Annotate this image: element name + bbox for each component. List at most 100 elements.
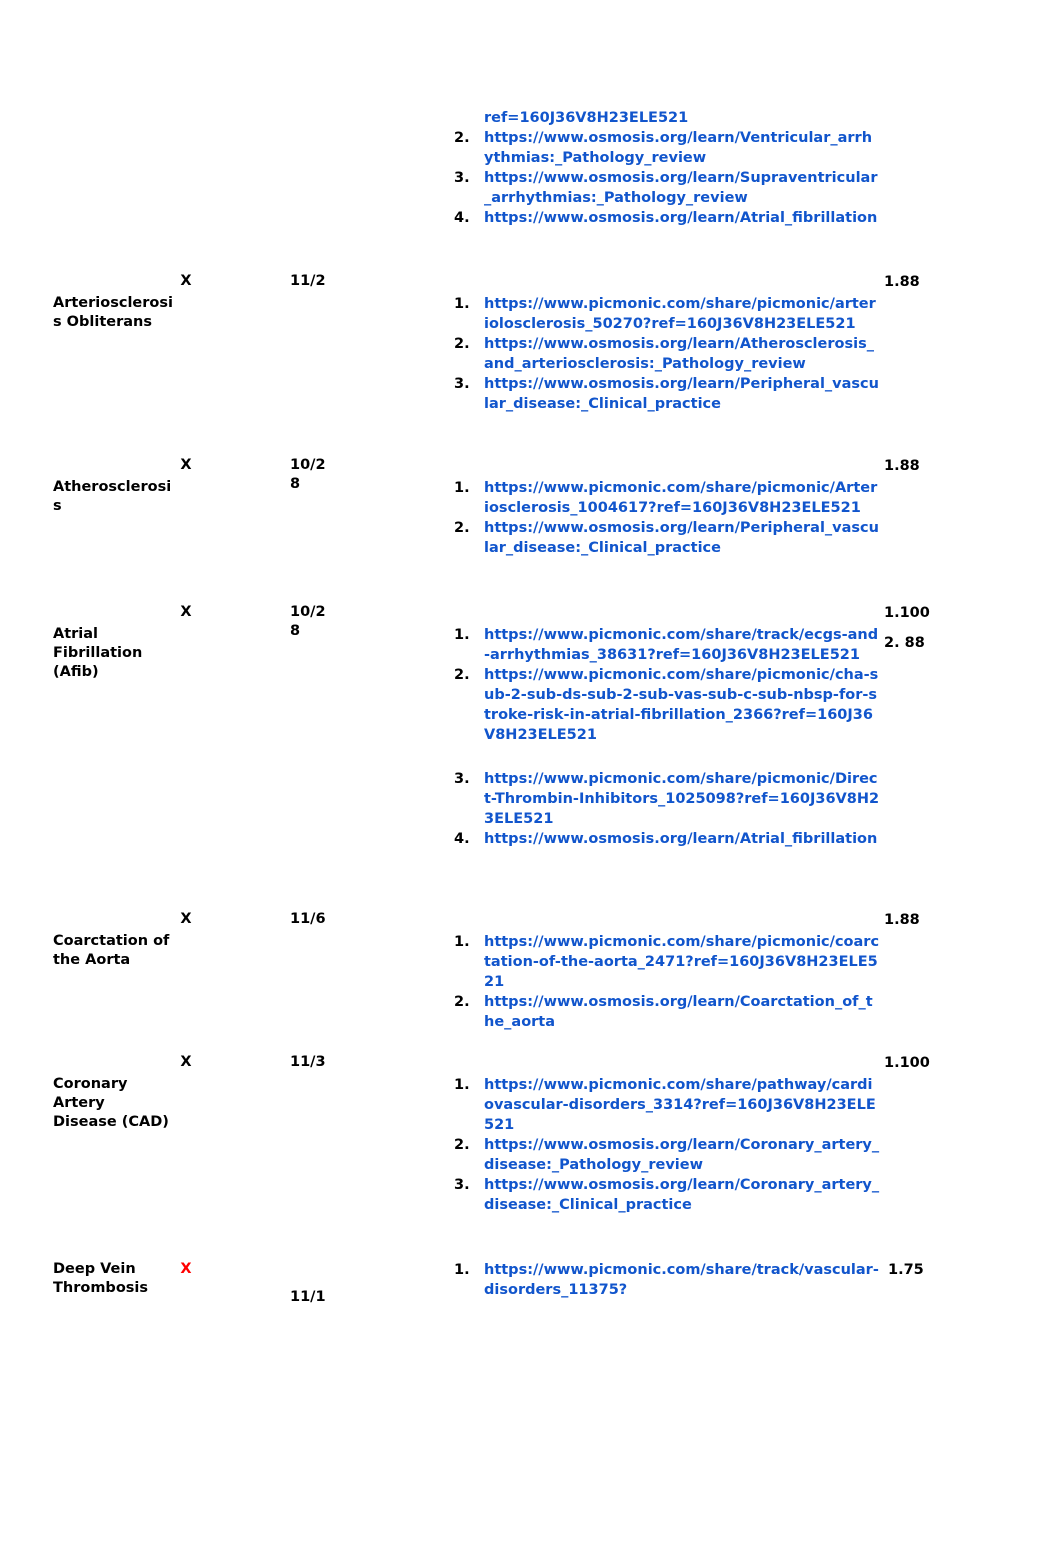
resource-link[interactable]: https://www.osmosis.org/learn/Coarctatio… (484, 992, 880, 1032)
resource-link[interactable]: https://www.osmosis.org/learn/Atrial_fib… (484, 829, 880, 849)
resource-links-cell: 1. https://www.picmonic.com/share/track/e… (448, 625, 880, 849)
topic-name: Atherosclerosis (53, 479, 172, 514)
resource-link-list: 1. https://www.picmonic.com/share/picmoni… (448, 932, 880, 1032)
list-item: 3. https://www.osmosis.org/learn/Peripher… (448, 374, 880, 414)
date-cell: 10/28 (290, 604, 326, 639)
list-marker: 2. (454, 994, 470, 1010)
resource-link-list: 1. https://www.picmonic.com/share/track/v… (448, 1260, 880, 1300)
resource-link[interactable]: https://www.picmonic.com/share/track/ecg… (484, 625, 880, 665)
score-cell: 1.88 (884, 272, 1004, 293)
list-marker: 2. (454, 520, 470, 536)
score-cell: 1.100 (884, 1053, 1004, 1074)
list-marker: 1. (454, 480, 470, 496)
resource-link[interactable]: https://www.picmonic.com/share/picmonic/… (484, 665, 880, 745)
list-item: 1. https://www.picmonic.com/share/picmoni… (448, 932, 880, 992)
resource-link[interactable]: https://www.picmonic.com/share/track/vas… (484, 1260, 880, 1300)
score-value: 1.88 (884, 912, 920, 928)
list-item: 2. https://www.osmosis.org/learn/Coarctat… (448, 992, 880, 1032)
list-item: 1. https://www.picmonic.com/share/track/v… (448, 1260, 880, 1300)
list-marker: 2. (454, 336, 470, 352)
list-marker: 3. (454, 170, 470, 186)
topic-name: Atrial Fibrillation (Afib) (53, 626, 143, 680)
list-marker: 1. (454, 1077, 470, 1093)
resource-link[interactable]: https://www.osmosis.org/learn/Coronary_a… (484, 1135, 880, 1175)
list-marker: 3. (454, 376, 470, 392)
resource-links-cell: 1. https://www.picmonic.com/share/picmoni… (448, 478, 880, 558)
list-marker: 4. (454, 210, 470, 226)
date-cell: 11/6 (290, 911, 326, 927)
list-marker: 1. (454, 1262, 470, 1278)
list-item: 1. https://www.picmonic.com/share/picmoni… (448, 478, 880, 518)
completed-mark[interactable]: X (166, 456, 206, 475)
resource-link[interactable]: https://www.picmonic.com/share/picmonic/… (484, 478, 880, 518)
resource-link[interactable]: https://www.picmonic.com/share/pathway/c… (484, 1075, 880, 1135)
score-cell: 1.100 2. 88 (884, 603, 1004, 654)
resource-links-cell: 1. https://www.picmonic.com/share/picmoni… (448, 932, 880, 1032)
resource-link[interactable]: https://www.osmosis.org/learn/Supraventr… (484, 168, 880, 208)
topic-name: Deep Vein Thrombosis (53, 1261, 149, 1296)
list-marker: 1. (454, 296, 470, 312)
completed-mark[interactable]: X (166, 603, 206, 622)
resource-links-cell: 1. https://www.picmonic.com/share/track/v… (448, 1260, 880, 1300)
score-value: 1.88 (884, 274, 920, 290)
list-item: 4. https://www.osmosis.org/learn/Atrial_f… (448, 829, 880, 849)
date-cell: 11/1 (290, 1289, 326, 1305)
resource-link[interactable]: https://www.osmosis.org/learn/Atrial_fib… (484, 208, 880, 228)
list-item: 2. https://www.osmosis.org/learn/Ventricu… (448, 128, 880, 168)
list-marker: 2. (454, 1137, 470, 1153)
list-marker: 1. (454, 934, 470, 950)
resource-links-cell: 1. https://www.picmonic.com/share/pathway… (448, 1075, 880, 1215)
resource-link-list: 1. https://www.picmonic.com/share/picmoni… (448, 478, 880, 558)
list-marker: 2. (454, 667, 470, 683)
score-value: 1.75 (888, 1262, 924, 1278)
resource-link[interactable]: https://www.osmosis.org/learn/Peripheral… (484, 518, 880, 558)
resource-link[interactable]: https://www.picmonic.com/share/picmonic/… (484, 294, 880, 334)
list-item: 2. https://www.osmosis.org/learn/Atherosc… (448, 334, 880, 374)
resource-link[interactable]: https://www.picmonic.com/share/picmonic/… (484, 932, 880, 992)
resource-link-list: ref=160J36V8H23ELE521 2. https://www.osmos… (448, 108, 880, 228)
resource-link[interactable]: ref=160J36V8H23ELE521 (484, 108, 880, 128)
list-item: 4. https://www.osmosis.org/learn/Atrial_f… (448, 208, 880, 228)
completed-mark[interactable]: X (166, 910, 206, 929)
resource-link-list: 1. https://www.picmonic.com/share/track/e… (448, 625, 880, 849)
resource-link[interactable]: https://www.osmosis.org/learn/Atheroscle… (484, 334, 880, 374)
completed-mark[interactable]: X (166, 1260, 206, 1279)
resource-link-list: 1. https://www.picmonic.com/share/picmoni… (448, 294, 880, 414)
completed-mark[interactable]: X (166, 272, 206, 291)
document-page: ref=160J36V8H23ELE521 2. https://www.osmos… (0, 0, 1062, 1556)
score-cell: 1.75 (888, 1260, 1008, 1281)
list-item: 3. https://www.osmosis.org/learn/Coronary… (448, 1175, 880, 1215)
topic-name: Coarctation of the Aorta (53, 933, 170, 968)
resource-link[interactable]: https://www.picmonic.com/share/picmonic/… (484, 769, 880, 829)
score-value: 1.88 (884, 458, 920, 474)
list-item: 1. https://www.picmonic.com/share/picmoni… (448, 294, 880, 334)
list-item: 1. https://www.picmonic.com/share/track/e… (448, 625, 880, 665)
resource-link-list: 1. https://www.picmonic.com/share/pathway… (448, 1075, 880, 1215)
list-item: 2. https://www.osmosis.org/learn/Coronary… (448, 1135, 880, 1175)
topic-name: Arteriosclerosis Obliterans (53, 295, 173, 330)
score-value: 1.100 (884, 605, 930, 621)
date-cell: 11/2 (290, 273, 326, 289)
score-value: 1.100 (884, 1055, 930, 1071)
resource-links-cell: ref=160J36V8H23ELE521 2. https://www.osmos… (448, 108, 880, 228)
resource-links-cell: 1. https://www.picmonic.com/share/picmoni… (448, 294, 880, 414)
list-item: 2. https://www.osmosis.org/learn/Peripher… (448, 518, 880, 558)
list-item: 3. https://www.osmosis.org/learn/Supraven… (448, 168, 880, 208)
list-marker: 2. (454, 130, 470, 146)
topic-name: Coronary Artery Disease (CAD) (53, 1076, 169, 1130)
date-cell: 11/3 (290, 1054, 326, 1070)
list-item: 3. https://www.picmonic.com/share/picmoni… (448, 769, 880, 829)
list-marker: 3. (454, 771, 470, 787)
list-marker: 1. (454, 627, 470, 643)
completed-mark[interactable]: X (166, 1053, 206, 1072)
resource-link[interactable]: https://www.osmosis.org/learn/Peripheral… (484, 374, 880, 414)
list-marker: 4. (454, 831, 470, 847)
list-item: ref=160J36V8H23ELE521 (448, 108, 880, 128)
date-cell: 10/28 (290, 457, 326, 492)
list-item: 2. https://www.picmonic.com/share/picmoni… (448, 665, 880, 745)
resource-link[interactable]: https://www.osmosis.org/learn/Ventricula… (484, 128, 880, 168)
list-marker: 3. (454, 1177, 470, 1193)
resource-link[interactable]: https://www.osmosis.org/learn/Coronary_a… (484, 1175, 880, 1215)
score-cell: 1.88 (884, 456, 1004, 477)
score-value: 2. 88 (884, 635, 925, 651)
